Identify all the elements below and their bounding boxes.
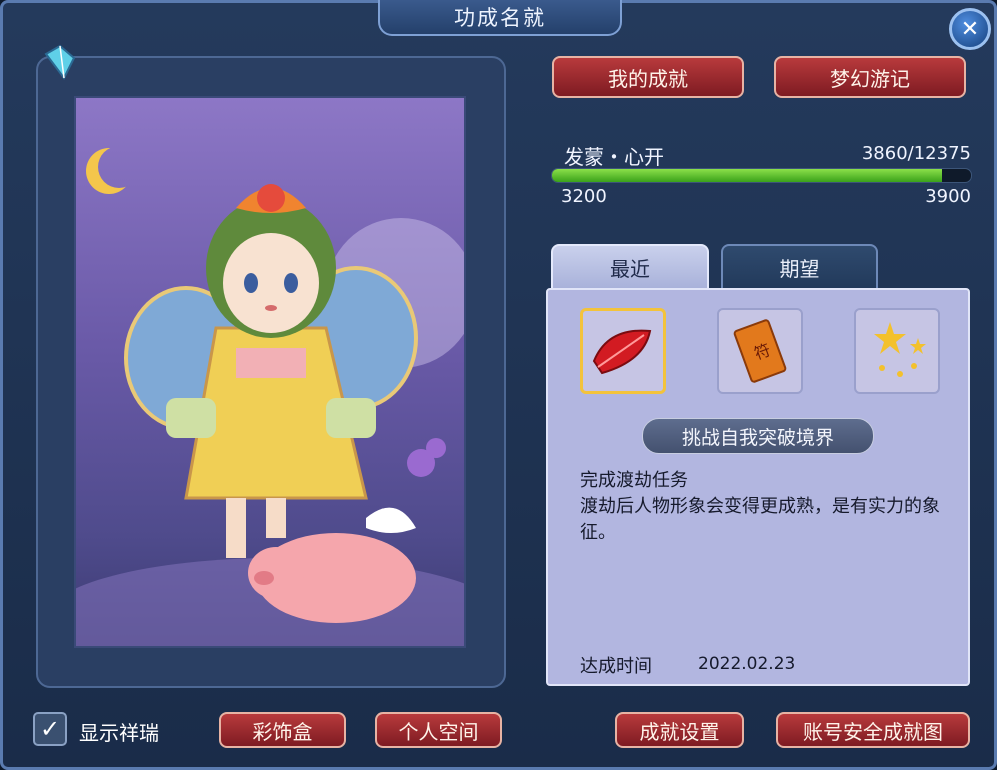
achievement-slot-1[interactable] — [580, 308, 666, 394]
tab-expected[interactable]: 期望 — [721, 244, 878, 288]
achieved-time-value: 2022.02.23 — [698, 654, 796, 674]
achievement-settings-button[interactable]: 成就设置 — [615, 712, 744, 748]
progress-bar-fill — [552, 169, 942, 182]
window-title: 功成名就 — [378, 0, 622, 36]
close-icon[interactable]: ✕ — [949, 8, 991, 50]
personal-space-button[interactable]: 个人空间 — [375, 712, 502, 748]
red-feather-icon — [592, 329, 652, 375]
character-portrait — [74, 96, 466, 648]
decoration-box-button[interactable]: 彩饰盒 — [219, 712, 346, 748]
achieved-time-label: 达成时间 — [580, 656, 652, 677]
achievement-description: 完成渡劫任务 渡劫后人物形象会变得更成熟，是有实力的象征。 — [580, 468, 950, 546]
achievement-slot-2[interactable]: 符 — [717, 308, 803, 394]
stars-icon — [874, 322, 926, 377]
description-line-1: 完成渡劫任务 — [580, 470, 688, 491]
my-achievements-button[interactable]: 我的成就 — [552, 56, 744, 98]
character-illustration — [76, 184, 464, 646]
show-auspicious-checkbox[interactable]: ✓ — [33, 712, 67, 746]
achievement-slot-3[interactable] — [854, 308, 940, 394]
progress-bar — [551, 168, 972, 183]
talisman-scroll-icon: 符 — [733, 319, 787, 383]
gem-icon — [42, 44, 78, 80]
checkmark-icon: ✓ — [39, 715, 61, 743]
progress-min: 3200 — [561, 186, 607, 207]
account-security-map-button[interactable]: 账号安全成就图 — [776, 712, 970, 748]
achievement-detail-panel: 符 挑战自我突破境界 完成渡劫任务 渡劫后人物形象会变得更成熟，是有实力的象征。… — [546, 288, 970, 686]
dream-journey-button[interactable]: 梦幻游记 — [774, 56, 966, 98]
tab-recent[interactable]: 最近 — [551, 244, 709, 288]
description-line-2: 渡劫后人物形象会变得更成熟，是有实力的象征。 — [580, 496, 940, 543]
achievement-rank-name: 发蒙・心开 — [564, 145, 664, 169]
achievement-title: 挑战自我突破境界 — [642, 418, 874, 454]
show-auspicious-label: 显示祥瑞 — [79, 721, 159, 745]
achievement-points: 3860/12375 — [861, 143, 971, 164]
progress-max: 3900 — [925, 186, 971, 207]
